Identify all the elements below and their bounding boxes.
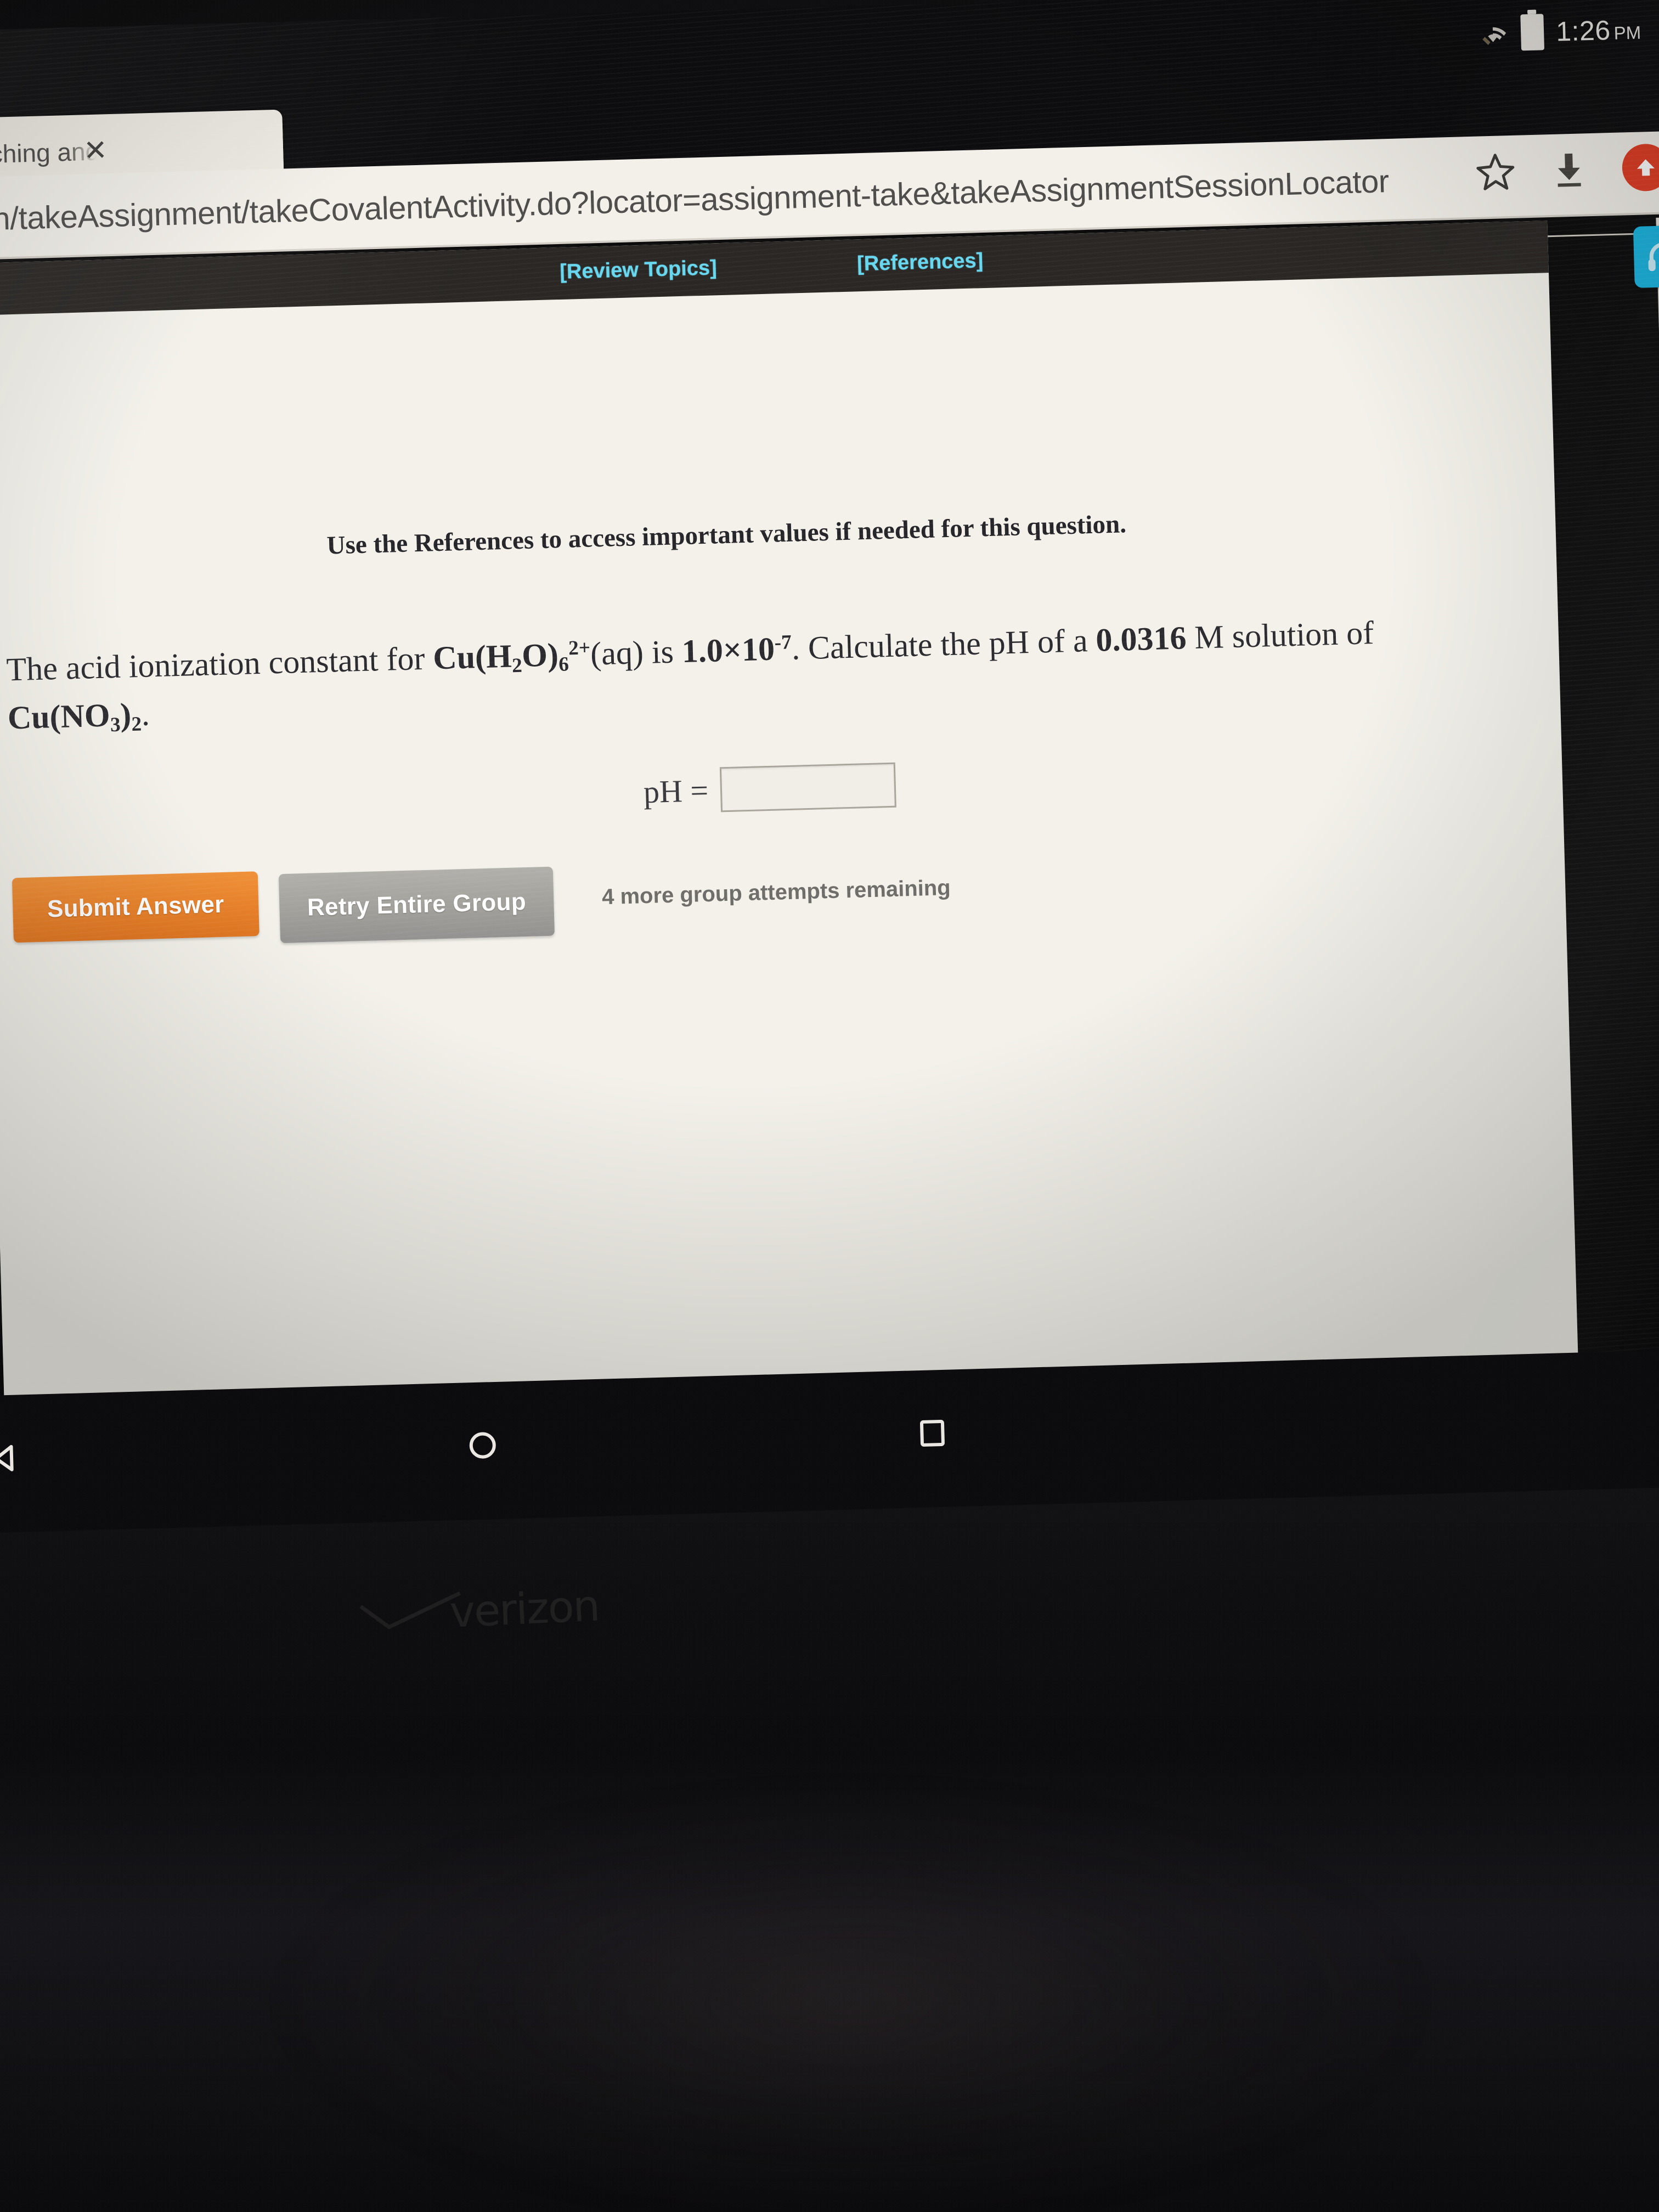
tab-close-icon[interactable]: ✕ <box>80 134 111 167</box>
question-part-2: (aq) is <box>590 633 682 672</box>
nav-recents-button[interactable] <box>911 1412 953 1457</box>
back-triangle-icon <box>0 1444 14 1471</box>
question-part-1: The acid ionization constant for <box>5 640 434 688</box>
submit-answer-button[interactable]: Submit Answer <box>12 871 259 943</box>
instruction-text: Use the References to access important v… <box>326 510 1127 560</box>
tablet-screen: 1:26 PM aching and ✕ m/ilrn/takeAssignme… <box>0 0 1659 1435</box>
chrome-menu-update-icon[interactable] <box>1621 143 1659 192</box>
formula-cu-no3-2: Cu(NO3)2 <box>7 696 142 736</box>
status-ampm: PM <box>1613 22 1641 43</box>
references-link[interactable]: [References] <box>857 249 984 276</box>
verizon-logo: verizon <box>338 1560 726 1660</box>
recents-square-icon <box>919 1420 945 1447</box>
bookmark-star-icon[interactable] <box>1475 151 1516 193</box>
nav-back-button[interactable] <box>0 1437 26 1482</box>
formula-cu-h2o-6: Cu(H2O)62+ <box>432 636 591 678</box>
answer-row: pH = <box>643 762 897 814</box>
battery-icon <box>1520 14 1545 51</box>
concentration-value: 0.0316 <box>1095 619 1187 658</box>
question-text: The acid ionization constant for Cu(H2O)… <box>5 608 1412 742</box>
ka-exponent: -7 <box>774 631 792 654</box>
nav-home-button[interactable] <box>462 1425 504 1469</box>
up-arrow-icon <box>1637 159 1655 176</box>
home-circle-icon <box>469 1432 496 1459</box>
ka-mantissa: 1.0×10 <box>681 630 775 670</box>
verizon-wordmark: verizon <box>449 1581 600 1638</box>
ka-value: 1.0×10-7 <box>681 630 792 670</box>
review-topics-link[interactable]: [Review Topics] <box>560 256 718 284</box>
tablet-photo: verizon 1:26 PM aching and ✕ m/ilrn/take… <box>0 0 1659 2212</box>
question-part-5: . <box>140 695 150 732</box>
headset-support-icon <box>1648 242 1659 272</box>
download-icon[interactable] <box>1548 149 1590 190</box>
assignment-page: [Review Topics] [References] Use the Ref… <box>0 221 1579 1435</box>
url-text[interactable]: m/ilrn/takeAssignment/takeCovalentActivi… <box>0 163 1389 239</box>
formula-charge: 2+ <box>568 636 591 660</box>
attempts-remaining-text: 4 more group attempts remaining <box>601 876 951 910</box>
status-time: 1:26 <box>1555 14 1611 47</box>
page-scrollbar[interactable] <box>1656 217 1659 1389</box>
retry-entire-group-button[interactable]: Retry Entire Group <box>278 866 555 944</box>
question-part-3: . Calculate the pH of a <box>791 622 1097 667</box>
question-part-4: M solution of <box>1186 614 1374 656</box>
support-headset-button[interactable] <box>1633 225 1659 288</box>
bezel-reflection <box>165 1673 1536 2212</box>
wifi-icon <box>1482 27 1506 46</box>
action-button-row: Submit Answer Retry Entire Group 4 more … <box>12 853 952 950</box>
ph-input[interactable] <box>719 762 897 812</box>
ph-label: pH = <box>643 772 709 810</box>
